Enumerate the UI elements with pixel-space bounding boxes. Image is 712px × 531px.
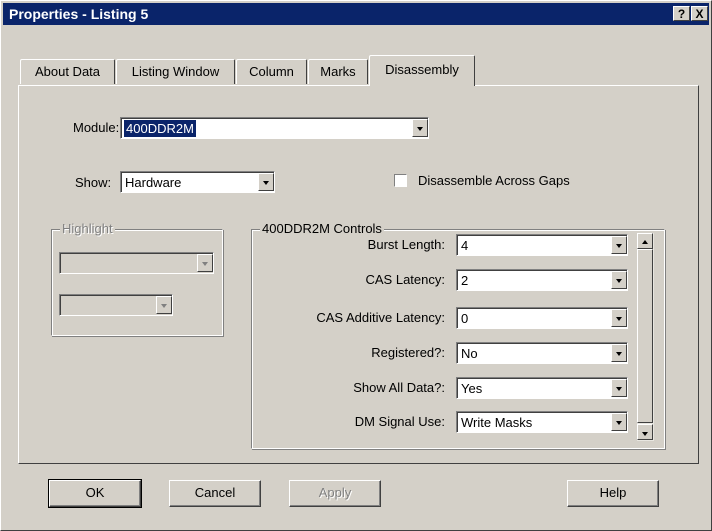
show-value: Hardware [125, 175, 182, 190]
title-bar[interactable]: Properties - Listing 5 ? X [3, 3, 709, 25]
module-select[interactable]: 400DDR2M [120, 117, 429, 139]
registered-select[interactable]: No [456, 342, 628, 364]
close-icon[interactable]: X [691, 6, 708, 21]
controls-group-title: 400DDR2M Controls [260, 221, 384, 236]
chevron-down-icon[interactable] [258, 173, 274, 191]
highlight-select-2 [59, 294, 173, 316]
tab-listing-window[interactable]: Listing Window [116, 59, 235, 84]
chevron-down-icon[interactable] [611, 236, 627, 254]
burst-length-label: Burst Length: [367, 237, 445, 252]
highlight-select-1 [59, 252, 214, 274]
show-label: Show: [75, 175, 112, 190]
tab-marks[interactable]: Marks [308, 59, 368, 84]
chevron-down-icon[interactable] [611, 413, 627, 431]
tab-disassembly[interactable]: Disassembly [369, 55, 475, 86]
disassemble-gaps-checkbox[interactable] [394, 174, 407, 187]
highlight-group: Highlight [51, 221, 223, 336]
tab-about-data[interactable]: About Data [20, 59, 115, 84]
help-button[interactable]: Help [567, 480, 659, 507]
registered-label: Registered?: [371, 345, 445, 360]
show-all-data-select[interactable]: Yes [456, 377, 628, 399]
scroll-down-icon[interactable] [637, 424, 653, 440]
chevron-down-icon[interactable] [611, 271, 627, 289]
module-value: 400DDR2M [124, 120, 196, 137]
scroll-up-icon[interactable] [637, 233, 653, 249]
cas-latency-label: CAS Latency: [365, 272, 446, 287]
chevron-down-icon [156, 296, 172, 314]
cas-latency-select[interactable]: 2 [456, 269, 628, 291]
controls-scrollbar[interactable] [637, 233, 654, 441]
properties-dialog: Properties - Listing 5 ? X About Data Li… [0, 0, 712, 531]
dm-signal-use-select[interactable]: Write Masks [456, 411, 628, 433]
chevron-down-icon[interactable] [611, 309, 627, 327]
cancel-button[interactable]: Cancel [169, 480, 261, 507]
chevron-down-icon[interactable] [412, 119, 428, 137]
scroll-thumb[interactable] [637, 249, 653, 423]
show-all-data-label: Show All Data?: [353, 380, 445, 395]
ok-button[interactable]: OK [48, 479, 142, 508]
module-label: Module: [73, 120, 120, 135]
tab-column[interactable]: Column [236, 59, 307, 84]
dm-signal-use-label: DM Signal Use: [354, 414, 445, 429]
help-icon[interactable]: ? [673, 6, 690, 21]
disassemble-gaps-label[interactable]: Disassemble Across Gaps [418, 173, 570, 188]
chevron-down-icon[interactable] [611, 344, 627, 362]
show-select[interactable]: Hardware [120, 171, 275, 193]
highlight-group-title: Highlight [60, 221, 115, 236]
burst-length-select[interactable]: 4 [456, 234, 628, 256]
window-title: Properties - Listing 5 [9, 6, 149, 22]
apply-button: Apply [289, 480, 381, 507]
cas-additive-latency-label: CAS Additive Latency: [316, 310, 445, 325]
chevron-down-icon[interactable] [611, 379, 627, 397]
cas-additive-latency-select[interactable]: 0 [456, 307, 628, 329]
chevron-down-icon [197, 254, 213, 272]
